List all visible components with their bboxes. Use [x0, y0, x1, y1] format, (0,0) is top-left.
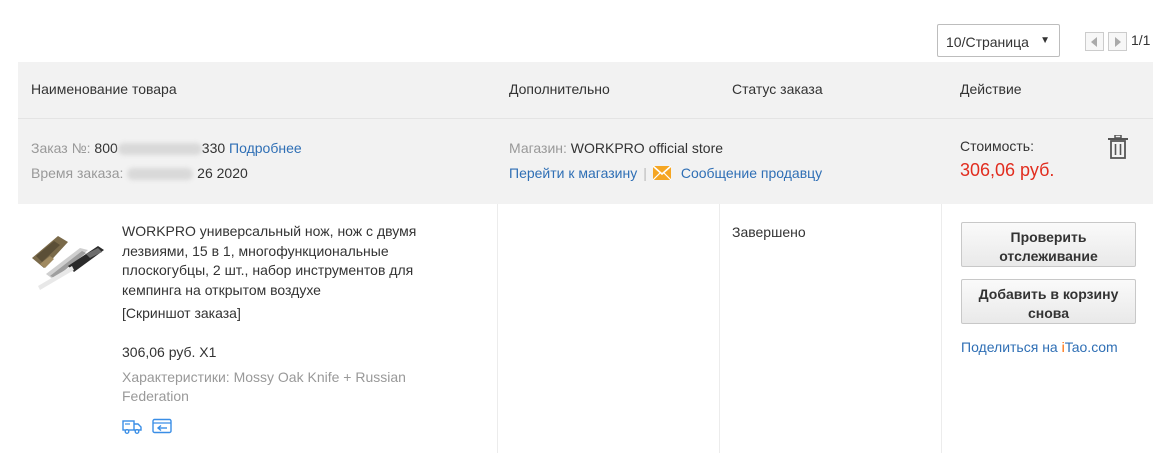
chevron-down-icon: ▼	[1040, 35, 1050, 46]
product-price-quantity: 306,06 руб. X1	[122, 344, 217, 360]
product-image[interactable]	[28, 228, 108, 294]
order-cost: 306,06 руб.	[960, 160, 1055, 180]
add-to-cart-again-button[interactable]: Добавить в корзину снова	[961, 279, 1136, 324]
arrow-right-icon	[1115, 37, 1121, 47]
order-snapshot-link[interactable]: [Скриншот заказа]	[122, 305, 241, 321]
redacted-order-number	[117, 143, 202, 156]
envelope-icon[interactable]	[652, 166, 671, 180]
next-page-button[interactable]	[1108, 32, 1127, 51]
track-shipment-button[interactable]: Проверить отслеживание	[961, 222, 1136, 267]
store-name: WORKPRO official store	[570, 140, 724, 156]
share-itao-link[interactable]: Поделиться на iTao.com	[961, 339, 1118, 355]
order-item-row: WORKPRO универсальный нож, нож с двумя л…	[18, 204, 1153, 453]
orders-table-header: Наименование товара Дополнительно Статус…	[18, 62, 1153, 118]
truck-icon[interactable]	[122, 418, 142, 434]
store-info: Магазин: WORKPRO official store	[509, 140, 723, 156]
column-divider	[497, 204, 498, 453]
redacted-order-time	[127, 168, 194, 181]
page-count: 1/1	[1131, 32, 1151, 48]
arrow-left-icon	[1091, 37, 1097, 47]
order-status: Завершено	[732, 224, 806, 240]
column-divider	[719, 204, 720, 453]
column-divider	[941, 204, 942, 453]
order-time-label: Время заказа:	[31, 165, 124, 181]
order-details-link[interactable]: Подробнее	[229, 140, 302, 156]
store-links: Перейти к магазину | Сообщение продавцу	[509, 165, 822, 181]
product-title-link[interactable]: WORKPRO универсальный нож, нож с двумя л…	[122, 222, 470, 300]
product-attributes: Характеристики: Mossy Oak Knife + Russia…	[122, 369, 406, 404]
share-prefix: Поделиться на	[961, 339, 1062, 355]
cost-label: Стоимость:	[960, 138, 1034, 154]
order-number-label: Заказ №:	[31, 140, 91, 156]
per-page-select[interactable]: 10/Страница ▼	[937, 24, 1060, 57]
return-icon[interactable]	[152, 418, 172, 434]
trash-icon[interactable]	[1107, 135, 1129, 159]
prev-page-button[interactable]	[1085, 32, 1104, 51]
go-to-store-link[interactable]: Перейти к магазину	[509, 165, 637, 181]
column-header-action: Действие	[960, 81, 1022, 97]
message-seller-link[interactable]: Сообщение продавцу	[681, 165, 822, 181]
order-number-prefix: 800	[94, 140, 118, 156]
column-header-product: Наименование товара	[31, 81, 177, 97]
link-separator: |	[643, 165, 647, 181]
order-header: Заказ №: 800 330 Подробнее Время заказа: …	[18, 118, 1153, 204]
store-label: Магазин:	[509, 140, 567, 156]
order-number-suffix: 330	[201, 140, 226, 156]
per-page-value: 10/Страница	[946, 34, 1029, 50]
column-header-status: Статус заказа	[732, 81, 823, 97]
order-time: Время заказа: 26 2020	[31, 165, 248, 181]
order-time-value: 26 2020	[197, 165, 248, 181]
column-header-extra: Дополнительно	[509, 81, 610, 97]
order-number: Заказ №: 800 330 Подробнее	[31, 140, 302, 156]
share-brand-rest: Tao.com	[1064, 339, 1118, 355]
